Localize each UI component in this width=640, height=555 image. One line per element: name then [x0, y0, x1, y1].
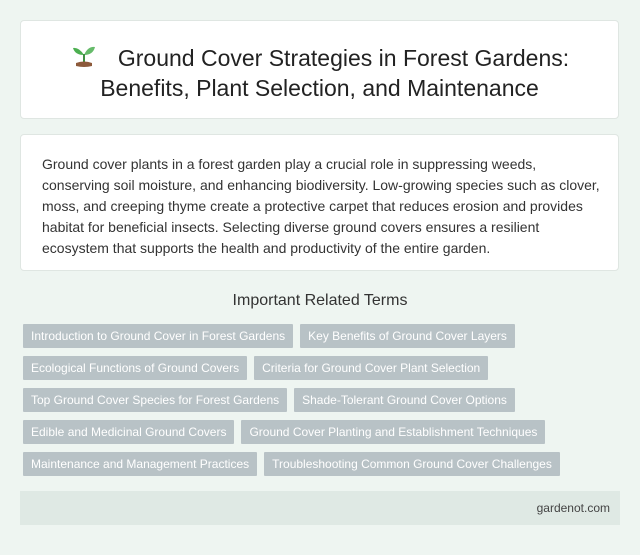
- related-terms-list: Introduction to Ground Cover in Forest G…: [23, 324, 623, 476]
- term-tag[interactable]: Top Ground Cover Species for Forest Gard…: [23, 388, 288, 412]
- title-line-2: Benefits, Plant Selection, and Maintenan…: [100, 75, 539, 101]
- sprout-icon: [72, 46, 95, 67]
- page-title: Ground Cover Strategies in Forest Garden…: [21, 43, 618, 103]
- description-card: Ground cover plants in a forest garden p…: [20, 134, 619, 271]
- title-line-1: Ground Cover Strategies in Forest Garden…: [117, 45, 570, 71]
- term-tag[interactable]: Key Benefits of Ground Cover Layers: [300, 324, 515, 348]
- footer-site-link[interactable]: gardenot.com: [537, 501, 610, 515]
- term-tag[interactable]: Ecological Functions of Ground Covers: [23, 356, 248, 380]
- description-text: Ground cover plants in a forest garden p…: [42, 156, 600, 256]
- term-tag[interactable]: Shade-Tolerant Ground Cover Options: [294, 388, 515, 412]
- related-terms-heading: Important Related Terms: [232, 292, 408, 309]
- term-tag[interactable]: Troubleshooting Common Ground Cover Chal…: [264, 452, 560, 476]
- term-tag[interactable]: Criteria for Ground Cover Plant Selectio…: [254, 356, 489, 380]
- footer: gardenot.com: [20, 491, 620, 525]
- term-tag[interactable]: Ground Cover Planting and Establishment …: [241, 420, 546, 444]
- term-tag[interactable]: Maintenance and Management Practices: [23, 452, 258, 476]
- term-tag[interactable]: Introduction to Ground Cover in Forest G…: [23, 324, 294, 348]
- term-tag[interactable]: Edible and Medicinal Ground Covers: [23, 420, 235, 444]
- title-card: Ground Cover Strategies in Forest Garden…: [20, 20, 619, 119]
